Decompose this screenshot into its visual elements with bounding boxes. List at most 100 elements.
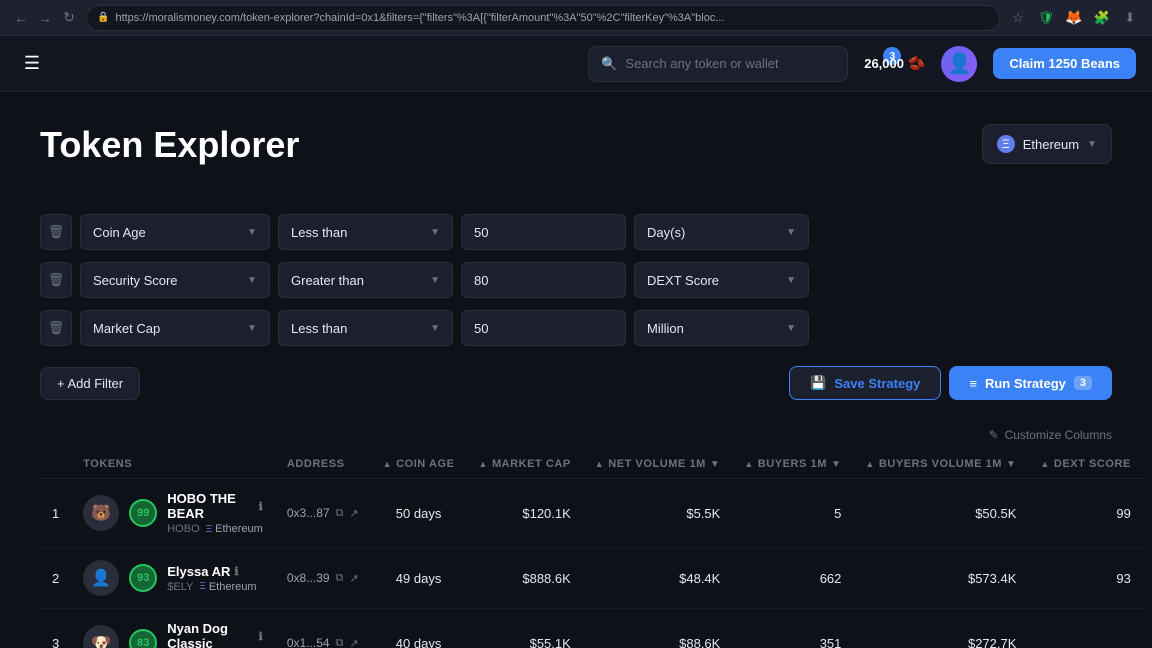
- sort-dext-icon: ▲: [1040, 459, 1049, 469]
- filter-condition-3-label: Less than: [291, 321, 347, 336]
- puzzle-icon[interactable]: 🧩: [1092, 8, 1112, 28]
- row-buyers-volume-2: $573.4K: [853, 548, 1028, 609]
- filter-condition-3[interactable]: Less than ▼: [278, 310, 453, 346]
- open-address-button-2[interactable]: ↗: [349, 572, 358, 585]
- filter-row-1: 🗑 Coin Age ▼ Less than ▼ 50 Day(s) ▼: [40, 214, 1112, 250]
- token-avatar-2: 👤: [83, 560, 119, 596]
- filter-condition-1[interactable]: Less than ▼: [278, 214, 453, 250]
- run-strategy-badge: 3: [1074, 376, 1092, 390]
- run-strategy-button[interactable]: ≡ Run Strategy 3: [949, 366, 1112, 400]
- security-badge-3: 83: [129, 629, 157, 648]
- row-market-cap-3: $55.1K: [466, 609, 582, 648]
- filter-value-2-text: 80: [474, 273, 488, 288]
- table-section: ✎ Customize Columns TOKENS ADDRESS ▲: [40, 428, 1112, 648]
- token-info-2: Elyssa AR ℹ $ELY Ξ Ethereum: [167, 564, 256, 593]
- open-address-button-1[interactable]: ↗: [349, 507, 358, 520]
- filter-value-2[interactable]: 80: [461, 262, 626, 298]
- strategy-buttons: 💾 Save Strategy ≡ Run Strategy 3: [789, 366, 1112, 400]
- run-strategy-label: Run Strategy: [985, 376, 1066, 391]
- eth-chain-icon: Ξ: [206, 524, 213, 535]
- delete-filter-3-button[interactable]: 🗑: [40, 310, 72, 346]
- filter-field-2[interactable]: Security Score ▼: [80, 262, 270, 298]
- save-strategy-button[interactable]: 💾 Save Strategy: [789, 366, 941, 400]
- fox-icon[interactable]: 🦊: [1064, 8, 1084, 28]
- chain-name-2: Ethereum: [209, 581, 257, 593]
- filter-field-2-label: Security Score: [93, 273, 178, 288]
- row-token-1: 🐻 99 HOBO THE BEAR ℹ HOBO Ξ Ethereum: [71, 479, 275, 548]
- token-ticker-1: HOBO: [167, 523, 199, 535]
- search-icon: 🔍: [601, 56, 617, 72]
- lock-icon: 🔒: [97, 12, 109, 23]
- search-bar[interactable]: 🔍 Search any token or wallet: [588, 46, 848, 82]
- copy-address-button-2[interactable]: ⧉: [336, 572, 344, 585]
- filter-condition-chevron-icon: ▼: [430, 323, 440, 334]
- customize-columns-button[interactable]: ✎ Customize Columns: [989, 428, 1112, 442]
- col-coin-age-header: ▲ COIN AGE: [371, 450, 467, 479]
- back-button[interactable]: ←: [12, 9, 30, 27]
- delete-filter-2-button[interactable]: 🗑: [40, 262, 72, 298]
- eth-selector[interactable]: Ξ Ethereum ▼: [982, 124, 1112, 164]
- row-dext-score-1: 99: [1028, 479, 1142, 548]
- col-dext-header: ▲ DEXT SCORE: [1028, 450, 1142, 479]
- delete-filter-1-button[interactable]: 🗑: [40, 214, 72, 250]
- col-net-volume-label: NET VOLUME 1M: [608, 458, 706, 470]
- copy-address-button-1[interactable]: ⧉: [336, 507, 344, 520]
- open-address-button-3[interactable]: ↗: [349, 637, 358, 648]
- table-row: 1 🐻 99 HOBO THE BEAR ℹ HOBO Ξ Ethereum: [40, 479, 1143, 548]
- row-rank-1: 1: [40, 479, 71, 548]
- row-net-volume-3: $88.6K: [583, 609, 733, 648]
- table-header-row: ✎ Customize Columns: [40, 428, 1112, 442]
- forward-button[interactable]: →: [36, 9, 54, 27]
- security-badge-1: 99: [129, 499, 157, 527]
- col-rank: [40, 450, 71, 479]
- filter-unit-2[interactable]: DEXT Score ▼: [634, 262, 809, 298]
- address-bar[interactable]: 🔒 https://moralismoney.com/token-explore…: [86, 5, 1000, 31]
- beans-value: 26,000: [864, 56, 904, 71]
- token-avatar-3: 🐶: [83, 625, 119, 648]
- copy-address-button-3[interactable]: ⧉: [336, 637, 344, 648]
- page-title: Token Explorer: [40, 124, 299, 166]
- filter-value-1[interactable]: 50: [461, 214, 626, 250]
- col-dext-inner: ▲ DEXT SCORE: [1040, 458, 1130, 470]
- chain-badge-1: Ξ Ethereum: [206, 523, 263, 535]
- eth-chevron-icon: ▼: [1087, 139, 1097, 150]
- customize-columns-label: Customize Columns: [1005, 428, 1112, 442]
- refresh-button[interactable]: ↻: [60, 9, 78, 27]
- hamburger-icon: ☰: [24, 53, 40, 74]
- address-value-1: 0x3...87: [287, 506, 330, 520]
- sort-buyers-icon: ▲: [744, 459, 753, 469]
- filter-value-1-text: 50: [474, 225, 488, 240]
- ethereum-icon: Ξ: [997, 135, 1015, 153]
- beans-counter-area: 3 26,000 🫘: [864, 55, 925, 72]
- avatar[interactable]: 👤: [941, 46, 977, 82]
- claim-button[interactable]: Claim 1250 Beans: [993, 48, 1136, 79]
- filter-unit-chevron-icon: ▼: [786, 323, 796, 334]
- filter-condition-1-label: Less than: [291, 225, 347, 240]
- filter-condition-2[interactable]: Greater than ▼: [278, 262, 453, 298]
- filter-field-3[interactable]: Market Cap ▼: [80, 310, 270, 346]
- browser-chrome: ← → ↻ 🔒 https://moralismoney.com/token-e…: [0, 0, 1152, 36]
- address-cell-3: 0x1...54 ⧉ ↗: [287, 636, 359, 648]
- token-name-3: Nyan Dog Classic ℹ: [167, 621, 263, 648]
- token-cell-3: 🐶 83 Nyan Dog Classic ℹ Ξ Ethereum: [83, 621, 263, 648]
- row-rank-2: 2: [40, 548, 71, 609]
- row-buyers-1: 5: [732, 479, 853, 548]
- bookmark-icon[interactable]: ☆: [1008, 8, 1028, 28]
- filter-unit-1[interactable]: Day(s) ▼: [634, 214, 809, 250]
- shield-icon[interactable]: 🛡: [1036, 8, 1056, 28]
- filter-unit-3[interactable]: Million ▼: [634, 310, 809, 346]
- filter-value-3[interactable]: 50: [461, 310, 626, 346]
- filter-net-icon[interactable]: ▼: [710, 459, 720, 470]
- sort-up-icon: ▲: [383, 459, 392, 469]
- col-dext-label: DEXT SCORE: [1054, 458, 1131, 470]
- tokens-table: TOKENS ADDRESS ▲ COIN AGE ▲ MARKET CAP: [40, 450, 1143, 648]
- filter-field-1[interactable]: Coin Age ▼: [80, 214, 270, 250]
- main-content: Token Explorer Ξ Ethereum ▼ 🗑 Coin Age ▼…: [0, 92, 1152, 648]
- add-filter-button[interactable]: + Add Filter: [40, 367, 140, 400]
- download-icon[interactable]: ⬇: [1120, 8, 1140, 28]
- menu-button[interactable]: ☰: [16, 48, 48, 80]
- row-dext-score-2: 93: [1028, 548, 1142, 609]
- row-coin-age-3: 40 days: [371, 609, 467, 648]
- filter-buyers-icon[interactable]: ▼: [831, 459, 841, 470]
- filter-buyers-vol-icon[interactable]: ▼: [1006, 459, 1016, 470]
